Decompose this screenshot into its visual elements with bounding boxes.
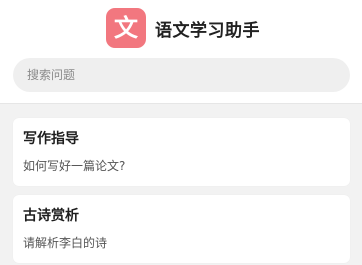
app-title: 语文学习助手 — [155, 20, 260, 41]
card-description: 请解析李白的诗 — [23, 236, 108, 250]
card-title: 古诗赏析 — [23, 208, 79, 224]
app-header: 文 语文学习助手 — [0, 0, 362, 104]
question-card-poetry[interactable]: 古诗赏析 请解析李白的诗 — [13, 195, 350, 263]
card-description: 如何写好一篇论文? — [23, 159, 126, 173]
search-input[interactable] — [13, 58, 350, 92]
question-card-writing[interactable]: 写作指导 如何写好一篇论文? — [13, 118, 350, 186]
brand: 文 语文学习助手 — [106, 8, 260, 48]
card-title: 写作指导 — [23, 131, 79, 147]
app-logo: 文 — [106, 8, 146, 48]
